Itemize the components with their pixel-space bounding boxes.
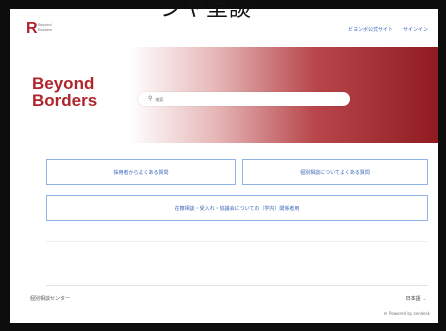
faq-card-staff-label: 在籍相談・受入れ・協議会についての（学内）関係者用 xyxy=(174,205,300,212)
official-site-link[interactable]: ビヨンボ公式サイト xyxy=(348,26,393,33)
footer-center-name[interactable]: 個別相談センター xyxy=(30,295,70,302)
brand-title: Beyond Borders xyxy=(32,75,112,109)
sign-in-link[interactable]: サインイン xyxy=(403,26,428,33)
brand-title-text: Beyond Borders xyxy=(32,74,98,110)
search-box[interactable]: ⚲ xyxy=(138,92,350,106)
zendesk-icon: ✉ xyxy=(383,311,388,316)
powered-by-label: Powered by zendesk xyxy=(389,311,430,316)
logo-subtitle: Beyond Borders xyxy=(38,22,53,32)
faq-card-consultation-label: 個別相談についてよくある質問 xyxy=(300,169,370,176)
faq-card-applicants-label: 採用者からよくある質問 xyxy=(113,169,169,176)
language-select[interactable]: 日本語 ⌄ xyxy=(406,295,426,302)
divider xyxy=(46,241,428,242)
faq-card-staff[interactable]: 在籍相談・受入れ・協議会についての（学内）関係者用 xyxy=(46,195,428,221)
header-nav: ビヨンボ公式サイト サインイン xyxy=(348,26,428,33)
language-label: 日本語 xyxy=(405,296,421,302)
search-input[interactable] xyxy=(155,96,336,102)
faq-card-applicants[interactable]: 採用者からよくある質問 xyxy=(46,159,236,185)
powered-by[interactable]: ✉ Powered by zendesk xyxy=(384,311,430,316)
top-cut-heading: ンヤ室談 xyxy=(160,0,253,22)
search-icon: ⚲ xyxy=(148,95,153,102)
hero: Beyond Borders ⚲ xyxy=(10,47,438,147)
logo-mark[interactable]: R xyxy=(26,20,38,38)
chevron-down-icon: ⌄ xyxy=(422,296,426,301)
footer-divider xyxy=(46,285,428,286)
faq-card-consultation[interactable]: 個別相談についてよくある質問 xyxy=(242,159,428,185)
page-window: R Beyond Borders ビヨンボ公式サイト サインイン Beyond … xyxy=(10,9,438,323)
